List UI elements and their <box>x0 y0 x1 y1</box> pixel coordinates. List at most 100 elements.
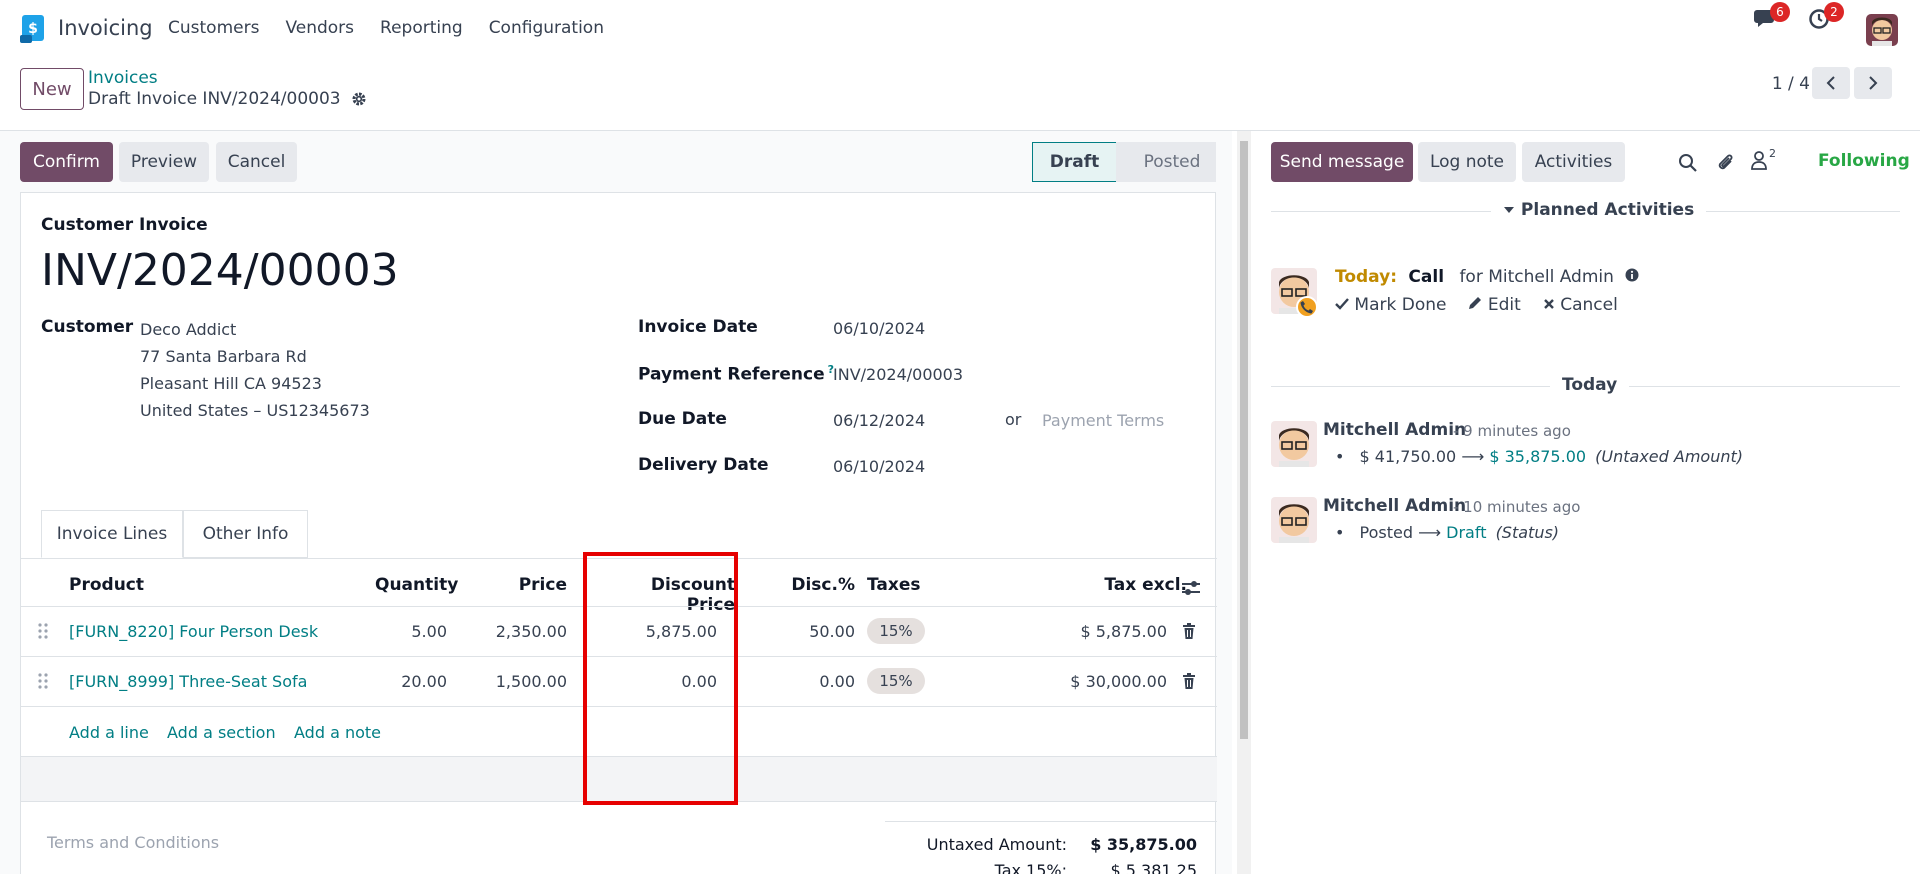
tax-badge[interactable]: 15% <box>867 618 925 644</box>
line-price[interactable]: 1,500.00 <box>491 672 567 691</box>
drag-handle-icon[interactable] <box>37 672 49 690</box>
delivery-date-field[interactable]: 06/10/2024 <box>833 457 925 476</box>
optional-columns-icon[interactable] <box>1181 579 1201 597</box>
log-note-button[interactable]: Log note <box>1418 142 1516 182</box>
search-icon[interactable] <box>1678 153 1698 173</box>
drag-handle-icon[interactable] <box>37 622 49 640</box>
new-button[interactable]: New <box>20 68 84 110</box>
menu-customers[interactable]: Customers <box>168 18 259 38</box>
paperclip-icon[interactable] <box>1716 152 1736 174</box>
user-avatar[interactable] <box>1866 14 1898 46</box>
due-date-field[interactable]: 06/12/2024 <box>833 411 925 430</box>
tracking-new-value: Draft <box>1446 523 1487 542</box>
trash-icon[interactable] <box>1182 673 1196 689</box>
invoice-date-label: Invoice Date <box>638 317 758 337</box>
payment-terms-field[interactable]: Payment Terms <box>1042 411 1164 430</box>
breadcrumb-current: Draft Invoice INV/2024/00003 <box>88 89 367 109</box>
delivery-date-label: Delivery Date <box>638 455 769 475</box>
col-price[interactable]: Price <box>501 575 567 595</box>
col-taxes[interactable]: Taxes <box>867 575 921 595</box>
activity-type: Call <box>1408 267 1445 287</box>
activity-actions: Mark Done Edit Cancel <box>1335 295 1618 315</box>
avatar-image <box>1271 421 1317 467</box>
menu-reporting[interactable]: Reporting <box>380 18 463 38</box>
confirm-button[interactable]: Confirm <box>20 142 113 182</box>
customer-label: Customer <box>41 317 134 337</box>
line-quantity[interactable]: 5.00 <box>375 622 447 641</box>
tab-other-info[interactable]: Other Info <box>183 510 308 558</box>
status-posted[interactable]: Posted <box>1116 142 1216 182</box>
tab-invoice-lines[interactable]: Invoice Lines <box>41 510 183 558</box>
message-avatar[interactable] <box>1271 497 1317 543</box>
invoice-number: INV/2024/00003 <box>41 245 399 296</box>
menu-vendors[interactable]: Vendors <box>285 18 354 38</box>
activities-button[interactable]: 2 <box>1808 2 1844 32</box>
user-icon <box>1751 151 1767 170</box>
invoicing-app-icon[interactable]: $ <box>20 15 46 43</box>
cancel-activity-button[interactable]: Cancel <box>1543 295 1618 315</box>
invoice-date-field[interactable]: 06/10/2024 <box>833 319 925 338</box>
line-quantity[interactable]: 20.00 <box>375 672 447 691</box>
followers-button[interactable]: 2 <box>1751 147 1776 175</box>
line-product[interactable]: [FURN_8220] Four Person Desk <box>69 622 318 641</box>
edit-activity-label: Edit <box>1487 295 1521 315</box>
line-disc-percent[interactable]: 50.00 <box>779 622 855 641</box>
terms-and-conditions-field[interactable]: Terms and Conditions <box>47 833 219 852</box>
payment-reference-field[interactable]: INV/2024/00003 <box>833 365 963 384</box>
app-name[interactable]: Invoicing <box>58 16 153 40</box>
add-note-link[interactable]: Add a note <box>294 723 381 742</box>
message-author[interactable]: Mitchell Admin <box>1323 420 1466 440</box>
cancel-activity-label: Cancel <box>1560 295 1618 315</box>
activity-summary: Today: Call for Mitchell Admin <box>1335 267 1639 287</box>
line-product[interactable]: [FURN_8999] Three-Seat Sofa <box>69 672 307 691</box>
planned-activities-toggle[interactable]: Planned Activities <box>1491 200 1707 220</box>
breadcrumb-invoices[interactable]: Invoices <box>88 68 158 88</box>
message-author[interactable]: Mitchell Admin <box>1323 496 1466 516</box>
send-message-button[interactable]: Send message <box>1271 142 1413 182</box>
line-disc-percent[interactable]: 0.00 <box>779 672 855 691</box>
add-section-link[interactable]: Add a section <box>167 723 276 742</box>
message-avatar[interactable] <box>1271 421 1317 467</box>
col-disc-percent[interactable]: Disc.% <box>779 575 855 595</box>
or-label: or <box>1005 410 1022 429</box>
form-scrollbar-thumb[interactable] <box>1240 141 1248 739</box>
mark-done-button[interactable]: Mark Done <box>1335 295 1446 315</box>
message-time: - 9 minutes ago <box>1453 422 1571 440</box>
discount-price-highlight-box <box>583 552 738 805</box>
status-bar: Draft Posted <box>1032 142 1216 182</box>
followers-count: 2 <box>1769 147 1776 160</box>
menu-configuration[interactable]: Configuration <box>489 18 604 38</box>
form-scrollbar[interactable] <box>1237 131 1251 874</box>
chatter-panel: Send message Log note Activities 2 Follo… <box>1251 131 1920 874</box>
customer-name: Deco Addict <box>140 320 237 339</box>
due-date-label: Due Date <box>638 409 727 429</box>
add-line-link[interactable]: Add a line <box>69 723 149 742</box>
status-draft[interactable]: Draft <box>1032 142 1116 182</box>
trash-icon[interactable] <box>1182 623 1196 639</box>
line-price[interactable]: 2,350.00 <box>491 622 567 641</box>
gear-icon[interactable] <box>351 91 367 107</box>
col-product[interactable]: Product <box>69 575 144 595</box>
cancel-button[interactable]: Cancel <box>216 142 297 182</box>
following-button[interactable]: Following <box>1818 151 1910 171</box>
phone-icon <box>1296 296 1318 318</box>
tracking-new-value: $ 35,875.00 <box>1489 447 1587 466</box>
pager-next-button[interactable] <box>1854 67 1892 99</box>
tax-badge[interactable]: 15% <box>867 668 925 694</box>
activities-button[interactable]: Activities <box>1522 142 1625 182</box>
untaxed-amount-value: $ 35,875.00 <box>1090 835 1197 854</box>
pager-value[interactable]: 1 / 4 <box>1772 74 1810 94</box>
messages-button[interactable]: 6 <box>1754 2 1790 32</box>
preview-button[interactable]: Preview <box>119 142 209 182</box>
info-icon[interactable] <box>1625 268 1639 282</box>
tracking-field-name: (Untaxed Amount) <box>1595 447 1743 466</box>
customer-field[interactable]: Deco Addict 77 Santa Barbara Rd Pleasant… <box>140 316 370 424</box>
svg-text:$: $ <box>28 21 38 37</box>
col-quantity[interactable]: Quantity <box>375 575 458 595</box>
pager-previous-button[interactable] <box>1812 67 1850 99</box>
top-navbar: $ Invoicing Customers Vendors Reporting … <box>0 0 1920 58</box>
edit-activity-button[interactable]: Edit <box>1468 295 1521 315</box>
tracking-value-change: • $ 41,750.00 ⟶ $ 35,875.00 (Untaxed Amo… <box>1335 447 1743 466</box>
col-tax-excl[interactable]: Tax excl. <box>1081 575 1187 595</box>
close-icon <box>1543 299 1554 309</box>
